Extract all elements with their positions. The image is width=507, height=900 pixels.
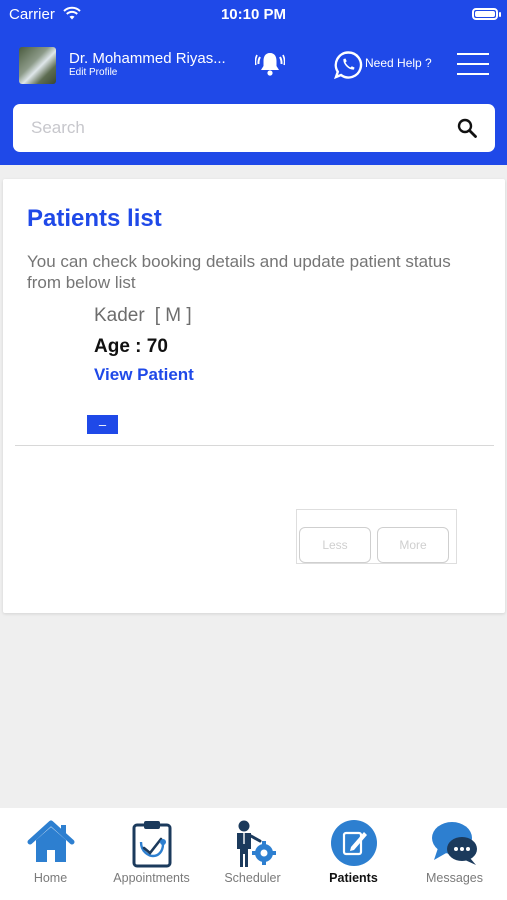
home-icon (27, 820, 75, 862)
avatar[interactable] (19, 47, 56, 84)
patients-card: Patients list You can check booking deta… (3, 179, 505, 613)
need-help-link[interactable]: Need Help ? (365, 56, 432, 70)
person-gear-icon (237, 820, 276, 867)
tab-label: Home (33, 871, 68, 885)
tab-home[interactable]: Home (0, 808, 101, 900)
edit-profile-link[interactable]: Edit Profile (69, 67, 117, 78)
tab-label: Patients (329, 871, 378, 885)
search-icon[interactable] (457, 118, 477, 138)
bottom-tab-bar: Home Appointments Scheduler Patients Mes… (0, 808, 507, 900)
app-header: Carrier 10:10 PM Dr. Mohammed Riyas... E… (0, 0, 507, 165)
status-bar: Carrier 10:10 PM (0, 0, 507, 30)
doctor-name: Dr. Mohammed Riyas... (69, 50, 226, 67)
tab-appointments[interactable]: Appointments (101, 808, 202, 900)
tab-scheduler[interactable]: Scheduler (202, 808, 303, 900)
tab-patients[interactable]: Patients (303, 808, 404, 900)
hamburger-menu-icon[interactable] (457, 53, 489, 75)
tab-label: Scheduler (224, 871, 281, 885)
clock: 10:10 PM (220, 6, 287, 23)
search-input[interactable] (31, 116, 441, 140)
patient-name: Kader (94, 305, 145, 326)
less-button[interactable]: Less (299, 527, 371, 563)
clipboard-stethoscope-icon (132, 821, 172, 868)
battery-icon (472, 8, 501, 20)
patient-gender: [ M ] (154, 305, 192, 326)
divider (15, 445, 494, 446)
tab-label: Messages (426, 871, 483, 885)
pagination: Less More (296, 509, 457, 564)
more-button[interactable]: More (377, 527, 449, 563)
page-title: Patients list (27, 205, 162, 232)
patient-name-row: Kader [ M ] (94, 305, 192, 327)
chat-bubbles-icon (432, 822, 477, 865)
search-bar (13, 104, 495, 152)
page-description: You can check booking details and update… (27, 252, 451, 292)
edit-note-icon (331, 820, 377, 866)
view-patient-link[interactable]: View Patient (94, 365, 194, 385)
whatsapp-icon[interactable] (333, 50, 363, 80)
collapse-button[interactable]: – (87, 415, 118, 434)
patient-age: Age : 70 (94, 336, 168, 357)
bell-icon[interactable] (255, 50, 285, 78)
tab-label: Appointments (113, 871, 190, 885)
tab-messages[interactable]: Messages (404, 808, 505, 900)
